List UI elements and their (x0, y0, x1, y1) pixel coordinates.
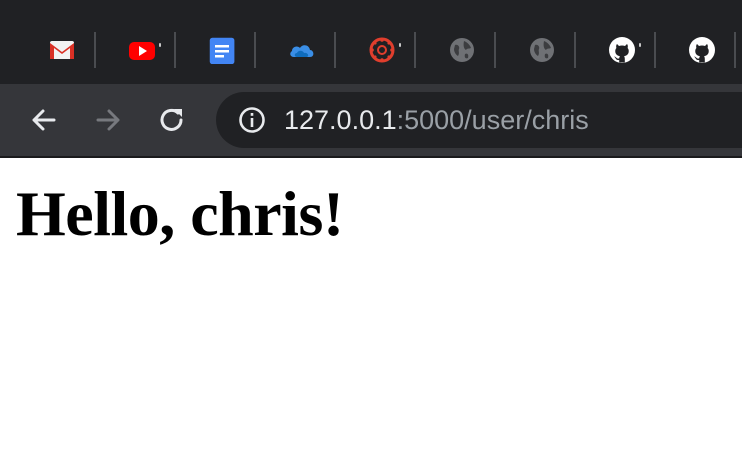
page-heading: Hello, chris! (16, 178, 344, 249)
tab-onedrive[interactable] (256, 28, 336, 72)
reload-icon (160, 108, 183, 131)
tab-globe-2[interactable] (496, 28, 576, 72)
tab-title-fragment (159, 43, 161, 47)
tab-title-fragment (399, 43, 401, 47)
globe-icon (530, 38, 554, 62)
canvas-icon (369, 37, 395, 63)
tab-strip (0, 0, 742, 84)
tab-google-docs[interactable] (176, 28, 256, 72)
url-host: 127.0.0.1 (284, 105, 397, 135)
reload-button[interactable] (154, 102, 190, 138)
youtube-icon (129, 42, 155, 60)
back-button[interactable] (26, 102, 62, 138)
gmail-icon (50, 41, 74, 59)
page-content: Hello, chris! (0, 158, 742, 468)
browser-toolbar: 127.0.0.1:5000/user/chris (0, 84, 742, 156)
info-icon[interactable] (238, 106, 266, 134)
github-icon (689, 37, 715, 63)
forward-button[interactable] (90, 102, 126, 138)
url-path: :5000/user/chris (396, 105, 589, 135)
tab-youtube[interactable] (96, 28, 176, 72)
google-docs-icon (209, 37, 235, 64)
tab-github-1[interactable] (576, 28, 656, 72)
tab-title-fragment (639, 43, 641, 47)
github-icon (609, 37, 635, 63)
onedrive-icon (290, 45, 314, 57)
globe-icon (450, 38, 474, 62)
arrow-right-icon (96, 109, 120, 131)
tab-globe-1[interactable] (416, 28, 496, 72)
tab-separator (734, 32, 736, 68)
arrow-left-icon (32, 109, 56, 131)
address-bar[interactable]: 127.0.0.1:5000/user/chris (216, 92, 742, 148)
tab-canvas[interactable] (336, 28, 416, 72)
url-text[interactable]: 127.0.0.1:5000/user/chris (284, 104, 589, 136)
tab-gmail[interactable] (16, 28, 96, 72)
tab-github-2[interactable] (656, 28, 736, 72)
